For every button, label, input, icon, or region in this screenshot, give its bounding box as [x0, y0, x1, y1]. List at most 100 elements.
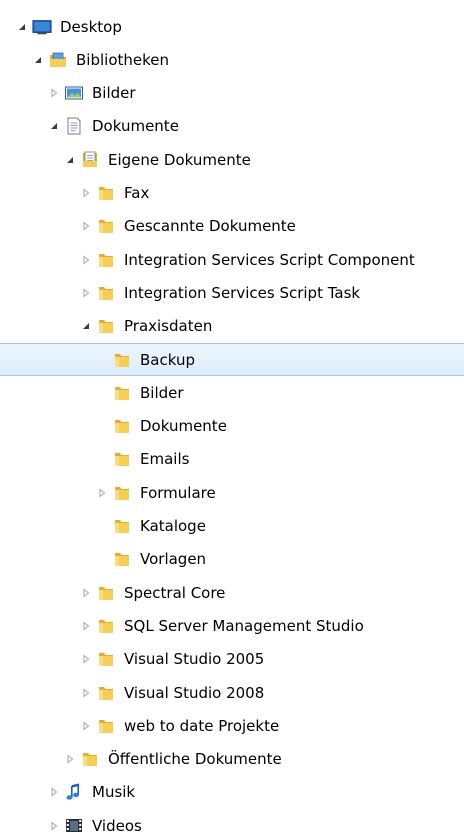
folder-icon — [96, 216, 116, 236]
folder-tree: Desktop Bibliotheken Bilder Dokumente Eigene… — [0, 0, 464, 832]
tree-item[interactable]: Gescannte Dokumente — [0, 210, 464, 243]
tree-item-label: Praxisdaten — [124, 317, 213, 336]
expanded-arrow-icon[interactable] — [64, 154, 76, 166]
tree-item[interactable]: Desktop — [0, 10, 464, 43]
tree-item[interactable]: Videos — [0, 809, 464, 832]
folder-icon — [96, 183, 116, 203]
folder-icon — [112, 483, 132, 503]
folder-icon — [96, 583, 116, 603]
collapsed-arrow-icon[interactable] — [80, 687, 92, 699]
tree-item[interactable]: web to date Projekte — [0, 709, 464, 742]
tree-item[interactable]: Praxisdaten — [0, 310, 464, 343]
expanded-arrow-icon[interactable] — [32, 54, 44, 66]
collapsed-arrow-icon[interactable] — [80, 620, 92, 632]
expanded-arrow-icon[interactable] — [80, 320, 92, 332]
tree-item-label: Gescannte Dokumente — [124, 217, 296, 236]
tree-item[interactable]: Integration Services Script Component — [0, 243, 464, 276]
tree-item[interactable]: Kataloge — [0, 510, 464, 543]
tree-item-label: Integration Services Script Component — [124, 250, 415, 269]
tree-item-label: Dokumente — [140, 417, 227, 436]
libraries-icon — [48, 50, 68, 70]
tree-item-label: Formulare — [140, 483, 216, 502]
tree-item-label: Visual Studio 2005 — [124, 650, 265, 669]
tree-item[interactable]: Bilder — [0, 77, 464, 110]
tree-item[interactable]: Dokumente — [0, 110, 464, 143]
tree-item[interactable]: Spectral Core — [0, 576, 464, 609]
tree-item-label: web to date Projekte — [124, 716, 280, 735]
tree-item-label: SQL Server Management Studio — [124, 616, 364, 635]
tree-item-label: Bibliotheken — [76, 50, 169, 69]
collapsed-arrow-icon[interactable] — [80, 287, 92, 299]
document-folder-icon — [80, 150, 100, 170]
folder-icon — [112, 449, 132, 469]
documents-library-icon — [64, 116, 84, 136]
tree-item[interactable]: SQL Server Management Studio — [0, 609, 464, 642]
tree-item-label: Backup — [140, 350, 195, 369]
folder-icon — [96, 283, 116, 303]
tree-item-label: Integration Services Script Task — [124, 283, 361, 302]
tree-item[interactable]: Musik — [0, 776, 464, 809]
pictures-library-icon — [64, 83, 84, 103]
tree-item[interactable]: Dokumente — [0, 410, 464, 443]
collapsed-arrow-icon[interactable] — [80, 220, 92, 232]
tree-item-label: Dokumente — [92, 117, 179, 136]
tree-item-label: Fax — [124, 184, 150, 202]
tree-item[interactable]: Eigene Dokumente — [0, 143, 464, 176]
collapsed-arrow-icon[interactable] — [80, 720, 92, 732]
tree-item[interactable]: Integration Services Script Task — [0, 276, 464, 309]
tree-item-label: Bilder — [92, 84, 136, 103]
tree-item-label: Öffentliche Dokumente — [108, 750, 282, 769]
folder-icon — [112, 416, 132, 436]
folder-icon — [112, 383, 132, 403]
folder-icon — [96, 716, 116, 736]
tree-item-label: Visual Studio 2008 — [124, 683, 265, 702]
collapsed-arrow-icon[interactable] — [96, 487, 108, 499]
tree-item[interactable]: Bibliotheken — [0, 43, 464, 76]
folder-icon — [96, 250, 116, 270]
folder-icon — [112, 350, 132, 370]
tree-item[interactable]: Formulare — [0, 476, 464, 509]
folder-icon — [96, 316, 116, 336]
tree-item-label: Eigene Dokumente — [108, 150, 251, 169]
collapsed-arrow-icon[interactable] — [80, 254, 92, 266]
desktop-icon — [32, 17, 52, 37]
tree-item-label: Spectral Core — [124, 583, 226, 602]
folder-icon — [96, 683, 116, 703]
tree-item[interactable]: Vorlagen — [0, 543, 464, 576]
collapsed-arrow-icon[interactable] — [48, 786, 60, 798]
music-library-icon — [64, 782, 84, 802]
tree-item-label: Bilder — [140, 383, 184, 402]
collapsed-arrow-icon[interactable] — [80, 587, 92, 599]
tree-item[interactable]: Öffentliche Dokumente — [0, 743, 464, 776]
tree-item[interactable]: Fax — [0, 177, 464, 210]
folder-icon — [96, 616, 116, 636]
tree-item[interactable]: Bilder — [0, 376, 464, 409]
tree-item-label: Desktop — [60, 17, 122, 36]
tree-item-label: Vorlagen — [140, 550, 207, 569]
tree-item-label: Videos — [92, 816, 142, 832]
tree-item-label: Kataloge — [140, 517, 206, 535]
tree-item-label: Musik — [92, 783, 136, 802]
folder-icon — [112, 516, 132, 536]
tree-item[interactable]: Backup — [0, 343, 464, 376]
folder-icon — [112, 549, 132, 569]
expanded-arrow-icon[interactable] — [48, 120, 60, 132]
collapsed-arrow-icon[interactable] — [64, 753, 76, 765]
tree-item[interactable]: Visual Studio 2005 — [0, 643, 464, 676]
tree-item[interactable]: Emails — [0, 443, 464, 476]
folder-icon — [80, 749, 100, 769]
tree-item-label: Emails — [140, 450, 190, 469]
collapsed-arrow-icon[interactable] — [80, 653, 92, 665]
expanded-arrow-icon[interactable] — [16, 21, 28, 33]
tree-item[interactable]: Visual Studio 2008 — [0, 676, 464, 709]
videos-library-icon — [64, 816, 84, 832]
collapsed-arrow-icon[interactable] — [48, 820, 60, 832]
collapsed-arrow-icon[interactable] — [48, 87, 60, 99]
collapsed-arrow-icon[interactable] — [80, 187, 92, 199]
